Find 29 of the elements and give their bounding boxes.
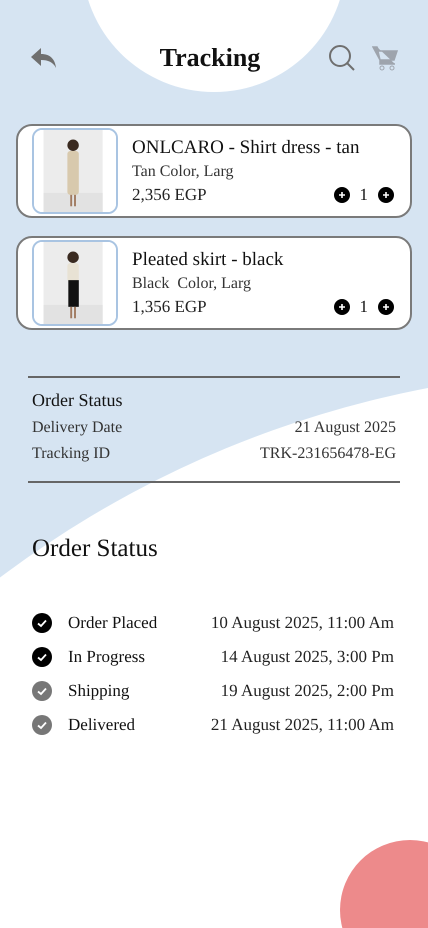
back-icon[interactable] [30, 46, 58, 70]
step-time: 19 August 2025, 2:00 Pm [220, 681, 394, 701]
product-price: 1,356 EGP [132, 297, 207, 317]
section-title: Order Status [32, 390, 124, 411]
plus-icon[interactable] [334, 187, 350, 203]
step-label: Delivered [68, 715, 136, 735]
step-time: 10 August 2025, 11:00 Am [210, 613, 394, 633]
product-variant: Black Color, Larg [132, 275, 252, 293]
field-label: Delivery Date [32, 419, 122, 437]
field-label: Tracking ID [32, 445, 110, 463]
field-value: TRK-231656478-EG [260, 445, 396, 463]
step-label: In Progress [68, 647, 146, 667]
product-name: Pleated skirt - black [132, 249, 284, 271]
plus-icon[interactable] [334, 299, 350, 315]
quantity-value: 1 [360, 185, 368, 205]
section-title: Order Status [32, 535, 159, 563]
product-name: ONLCARO - Shirt dress - tan [132, 137, 360, 159]
quantity-value: 1 [360, 297, 368, 317]
plus-icon[interactable] [378, 299, 394, 315]
page-title: Tracking [160, 43, 260, 73]
search-icon[interactable] [328, 44, 356, 72]
step-time: 21 August 2025, 11:00 Am [210, 715, 394, 735]
product-price: 2,356 EGP [132, 185, 207, 205]
step-label: Order Placed [68, 613, 158, 633]
step-label: Shipping [68, 681, 130, 701]
step-time: 14 August 2025, 3:00 Pm [220, 647, 394, 667]
product-variant: Tan Color, Larg [132, 163, 234, 181]
plus-icon[interactable] [378, 187, 394, 203]
field-value: 21 August 2025 [294, 419, 396, 437]
